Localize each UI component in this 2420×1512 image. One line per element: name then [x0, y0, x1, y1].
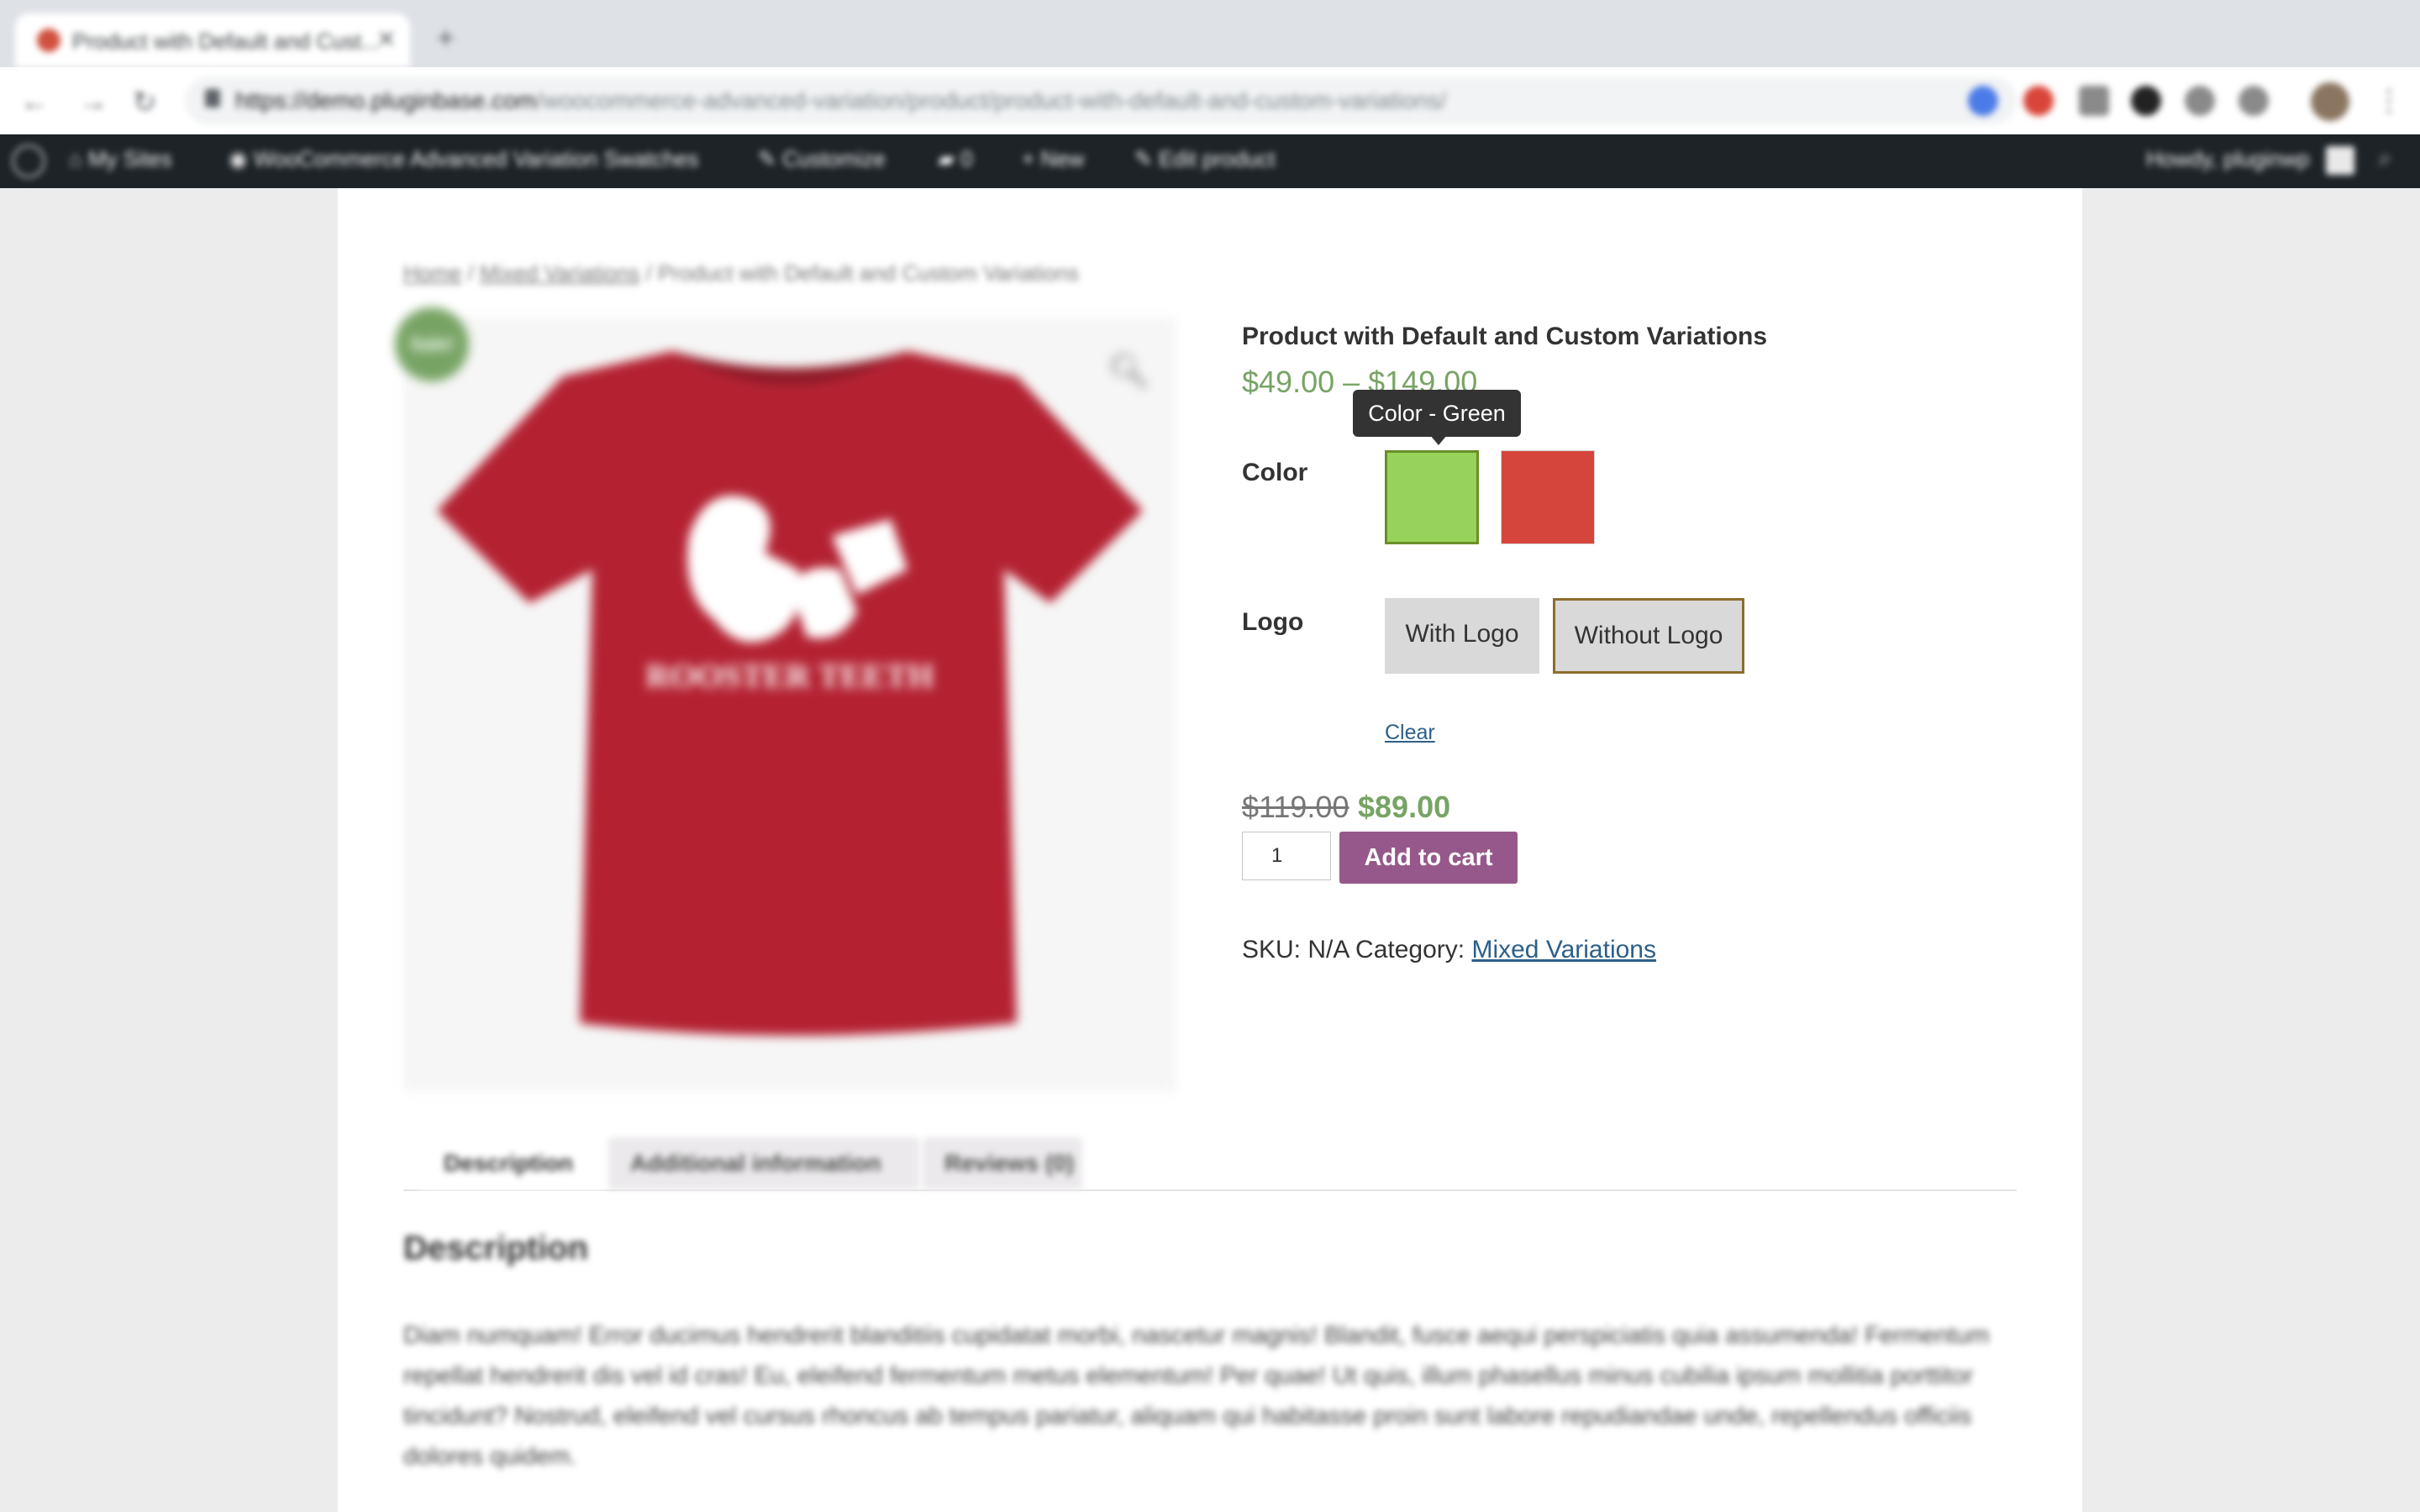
admin-site-name[interactable]: ◉ WooCommerce Advanced Variation Swatche…: [229, 146, 698, 172]
breadcrumb: Home / Mixed Variations / Product with D…: [403, 260, 1079, 286]
tab-reviews[interactable]: Reviews (0): [923, 1137, 1082, 1189]
add-to-cart-button[interactable]: Add to cart: [1339, 832, 1518, 884]
forward-icon[interactable]: →: [79, 86, 108, 118]
admin-howdy[interactable]: Howdy, pluginwp: [2146, 146, 2310, 172]
admin-new[interactable]: + New: [1022, 146, 1084, 172]
extension-icon[interactable]: [2023, 86, 2054, 116]
clear-selection-link[interactable]: Clear: [1385, 721, 1435, 745]
tab-title: Product with Default and Cust...: [72, 29, 380, 54]
browser-tab[interactable]: Product with Default and Cust... ✕: [15, 13, 410, 67]
url-text: https://demo.pluginbase.com/woocommerce-…: [235, 87, 1447, 113]
extension-icon[interactable]: [2238, 86, 2269, 116]
reload-icon[interactable]: ↻: [133, 86, 157, 119]
admin-customize[interactable]: ✎ Customize: [758, 146, 886, 172]
zoom-icon[interactable]: 🔍︎: [1107, 351, 1150, 391]
product-meta: SKU: N/A Category: Mixed Variations: [1242, 936, 1656, 964]
breadcrumb-current: Product with Default and Custom Variatio…: [657, 260, 1079, 286]
quantity-input[interactable]: [1242, 832, 1331, 880]
favicon-icon: [37, 29, 60, 52]
tab-description[interactable]: Description: [420, 1137, 605, 1189]
new-tab-button[interactable]: +: [437, 20, 455, 55]
tooltip-arrow: [1430, 435, 1447, 445]
sale-badge: Sale!: [395, 307, 469, 381]
avatar[interactable]: [2326, 146, 2354, 175]
tabs-divider: [403, 1189, 2017, 1191]
browser-tab-strip: Product with Default and Cust... ✕ +: [0, 0, 2420, 67]
color-swatch-green[interactable]: [1385, 450, 1479, 544]
address-bar[interactable]: https://demo.pluginbase.com/woocommerce-…: [185, 77, 2017, 124]
wordpress-logo-icon[interactable]: [12, 144, 45, 178]
breadcrumb-home[interactable]: Home: [403, 260, 461, 286]
lock-icon: [205, 89, 220, 108]
tab-additional-information[interactable]: Additional information: [608, 1137, 919, 1189]
color-swatch-red[interactable]: [1501, 450, 1595, 544]
price-sale: $89.00: [1358, 790, 1451, 824]
price-regular: $119.00: [1242, 790, 1349, 824]
profile-avatar[interactable]: [2311, 82, 2349, 121]
sku-category-label: SKU: N/A Category:: [1242, 936, 1472, 963]
back-icon[interactable]: ←: [20, 86, 49, 118]
logo-option-without-logo[interactable]: Without Logo: [1553, 598, 1744, 674]
admin-my-sites[interactable]: ⌂ My Sites: [69, 146, 172, 172]
swatch-tooltip: Color - Green: [1353, 390, 1521, 437]
extension-icon[interactable]: [2079, 86, 2109, 116]
category-link[interactable]: Mixed Variations: [1471, 936, 1656, 963]
logo-option-with-logo[interactable]: With Logo: [1385, 598, 1539, 674]
product-page: Home / Mixed Variations / Product with D…: [338, 188, 2082, 1512]
admin-edit-product[interactable]: ✎ Edit product: [1134, 146, 1276, 172]
extension-icon[interactable]: [1968, 86, 1998, 116]
breadcrumb-category[interactable]: Mixed Variations: [480, 260, 639, 286]
close-icon[interactable]: ✕: [376, 25, 396, 53]
extension-icon[interactable]: [2131, 86, 2161, 116]
search-icon[interactable]: ⌕: [2378, 144, 2392, 173]
tshirt-image: ROOSTER TEETH: [437, 351, 1143, 1036]
extension-icon[interactable]: [2185, 86, 2215, 116]
product-image[interactable]: ROOSTER TEETH 🔍︎: [403, 318, 1176, 1092]
description-text: Diam numquam! Error ducimus hendrerit bl…: [403, 1322, 1990, 1470]
admin-comments[interactable]: ▰ 0: [938, 146, 973, 172]
wp-admin-bar: ⌂ My Sites ◉ WooCommerce Advanced Variat…: [0, 134, 2420, 188]
browser-toolbar: ← → ↻ https://demo.pluginbase.com/woocom…: [0, 67, 2420, 134]
product-title: Product with Default and Custom Variatio…: [1242, 323, 1768, 350]
description-heading: Description: [403, 1230, 589, 1267]
color-label: Color: [1242, 459, 1308, 486]
logo-label: Logo: [1242, 608, 1304, 636]
shirt-text: ROOSTER TEETH: [646, 657, 934, 695]
menu-kebab-icon[interactable]: ⋮: [2375, 84, 2403, 118]
